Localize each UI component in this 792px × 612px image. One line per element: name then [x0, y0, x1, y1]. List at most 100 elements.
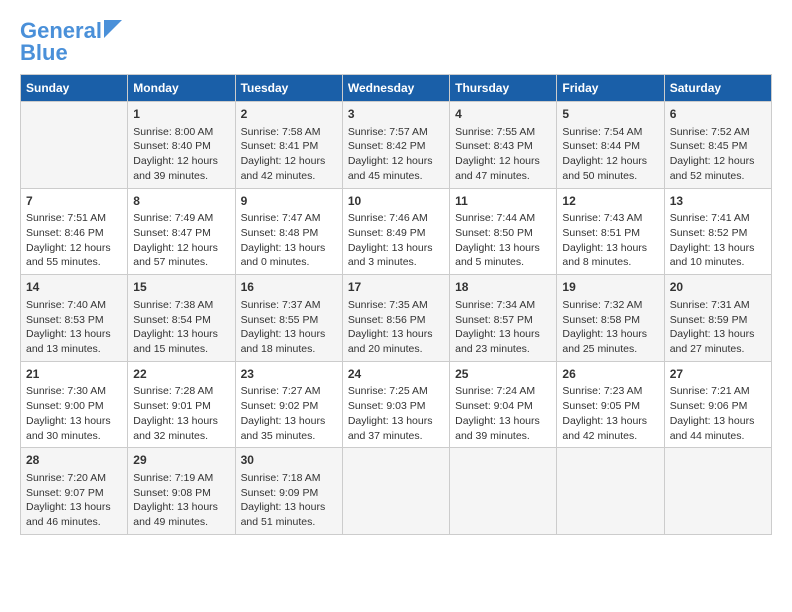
- calendar-cell: [664, 448, 771, 535]
- calendar-cell: [557, 448, 664, 535]
- day-number: 17: [348, 279, 444, 296]
- day-content: Sunrise: 7:18 AMSunset: 9:09 PMDaylight:…: [241, 471, 337, 530]
- calendar-week-row: 28 Sunrise: 7:20 AMSunset: 9:07 PMDayligh…: [21, 448, 772, 535]
- calendar-cell: 23Sunrise: 7:27 AMSunset: 9:02 PMDayligh…: [235, 361, 342, 448]
- day-number: 14: [26, 279, 122, 296]
- day-content: Sunrise: 7:44 AMSunset: 8:50 PMDaylight:…: [455, 211, 551, 270]
- day-content: Sunrise: 7:43 AMSunset: 8:51 PMDaylight:…: [562, 211, 658, 270]
- day-header-saturday: Saturday: [664, 75, 771, 102]
- day-content: Sunrise: 7:37 AMSunset: 8:55 PMDaylight:…: [241, 298, 337, 357]
- calendar-cell: 4Sunrise: 7:55 AMSunset: 8:43 PMDaylight…: [450, 102, 557, 189]
- day-header-sunday: Sunday: [21, 75, 128, 102]
- calendar-cell: 9Sunrise: 7:47 AMSunset: 8:48 PMDaylight…: [235, 188, 342, 275]
- day-content: Sunrise: 7:20 AMSunset: 9:07 PMDaylight:…: [26, 471, 122, 530]
- calendar-cell: 21Sunrise: 7:30 AMSunset: 9:00 PMDayligh…: [21, 361, 128, 448]
- calendar-cell: 24Sunrise: 7:25 AMSunset: 9:03 PMDayligh…: [342, 361, 449, 448]
- day-content: Sunrise: 7:35 AMSunset: 8:56 PMDaylight:…: [348, 298, 444, 357]
- calendar-week-row: 1Sunrise: 8:00 AMSunset: 8:40 PMDaylight…: [21, 102, 772, 189]
- calendar-cell: 16 Sunrise: 7:37 AMSunset: 8:55 PMDayligh…: [235, 275, 342, 362]
- calendar-cell: 10Sunrise: 7:46 AMSunset: 8:49 PMDayligh…: [342, 188, 449, 275]
- calendar-cell: 25Sunrise: 7:24 AMSunset: 9:04 PMDayligh…: [450, 361, 557, 448]
- calendar-cell: 2 Sunrise: 7:58 AMSunset: 8:41 PMDaylight…: [235, 102, 342, 189]
- calendar-cell: 30 Sunrise: 7:18 AMSunset: 9:09 PMDayligh…: [235, 448, 342, 535]
- logo-text: General: [20, 20, 102, 42]
- day-number: 26: [562, 366, 658, 383]
- day-number: 27: [670, 366, 766, 383]
- day-content: Sunrise: 7:27 AMSunset: 9:02 PMDaylight:…: [241, 384, 337, 443]
- calendar-cell: 1Sunrise: 8:00 AMSunset: 8:40 PMDaylight…: [128, 102, 235, 189]
- calendar-cell: 22Sunrise: 7:28 AMSunset: 9:01 PMDayligh…: [128, 361, 235, 448]
- day-number: 8: [133, 193, 229, 210]
- day-number: 11: [455, 193, 551, 210]
- day-number: 3: [348, 106, 444, 123]
- day-header-wednesday: Wednesday: [342, 75, 449, 102]
- day-content: Sunrise: 7:54 AMSunset: 8:44 PMDaylight:…: [562, 125, 658, 184]
- calendar-week-row: 21Sunrise: 7:30 AMSunset: 9:00 PMDayligh…: [21, 361, 772, 448]
- day-number: 28: [26, 452, 122, 469]
- calendar-cell: 17 Sunrise: 7:35 AMSunset: 8:56 PMDayligh…: [342, 275, 449, 362]
- day-number: 18: [455, 279, 551, 296]
- calendar-cell: 6 Sunrise: 7:52 AMSunset: 8:45 PMDaylight…: [664, 102, 771, 189]
- calendar-cell: 20Sunrise: 7:31 AMSunset: 8:59 PMDayligh…: [664, 275, 771, 362]
- day-number: 22: [133, 366, 229, 383]
- day-content: Sunrise: 7:49 AMSunset: 8:47 PMDaylight:…: [133, 211, 229, 270]
- day-content: Sunrise: 7:23 AMSunset: 9:05 PMDaylight:…: [562, 384, 658, 443]
- calendar-week-row: 14 Sunrise: 7:40 AMSunset: 8:53 PMDayligh…: [21, 275, 772, 362]
- day-content: Sunrise: 7:30 AMSunset: 9:00 PMDaylight:…: [26, 384, 122, 443]
- calendar-cell: 11Sunrise: 7:44 AMSunset: 8:50 PMDayligh…: [450, 188, 557, 275]
- day-content: Sunrise: 7:32 AMSunset: 8:58 PMDaylight:…: [562, 298, 658, 357]
- day-content: Sunrise: 7:24 AMSunset: 9:04 PMDaylight:…: [455, 384, 551, 443]
- day-number: 21: [26, 366, 122, 383]
- day-content: Sunrise: 7:41 AMSunset: 8:52 PMDaylight:…: [670, 211, 766, 270]
- day-number: 7: [26, 193, 122, 210]
- day-content: Sunrise: 7:25 AMSunset: 9:03 PMDaylight:…: [348, 384, 444, 443]
- day-content: Sunrise: 7:21 AMSunset: 9:06 PMDaylight:…: [670, 384, 766, 443]
- calendar-cell: 26Sunrise: 7:23 AMSunset: 9:05 PMDayligh…: [557, 361, 664, 448]
- calendar-cell: [342, 448, 449, 535]
- day-number: 23: [241, 366, 337, 383]
- day-content: Sunrise: 7:58 AMSunset: 8:41 PMDaylight:…: [241, 125, 337, 184]
- day-number: 15: [133, 279, 229, 296]
- logo-blue-text: Blue: [20, 42, 68, 64]
- day-number: 2: [241, 106, 337, 123]
- day-number: 30: [241, 452, 337, 469]
- day-number: 20: [670, 279, 766, 296]
- day-content: Sunrise: 7:40 AMSunset: 8:53 PMDaylight:…: [26, 298, 122, 357]
- calendar-cell: 3 Sunrise: 7:57 AMSunset: 8:42 PMDaylight…: [342, 102, 449, 189]
- day-number: 9: [241, 193, 337, 210]
- day-number: 16: [241, 279, 337, 296]
- day-number: 4: [455, 106, 551, 123]
- day-content: Sunrise: 7:57 AMSunset: 8:42 PMDaylight:…: [348, 125, 444, 184]
- calendar-cell: 5 Sunrise: 7:54 AMSunset: 8:44 PMDaylight…: [557, 102, 664, 189]
- calendar-cell: 14 Sunrise: 7:40 AMSunset: 8:53 PMDayligh…: [21, 275, 128, 362]
- day-number: 12: [562, 193, 658, 210]
- calendar-cell: 19 Sunrise: 7:32 AMSunset: 8:58 PMDayligh…: [557, 275, 664, 362]
- logo: General Blue: [20, 20, 122, 64]
- calendar-header-row: SundayMondayTuesdayWednesdayThursdayFrid…: [21, 75, 772, 102]
- logo-arrow-icon: [104, 20, 122, 38]
- calendar-cell: 18 Sunrise: 7:34 AMSunset: 8:57 PMDayligh…: [450, 275, 557, 362]
- calendar-cell: 12Sunrise: 7:43 AMSunset: 8:51 PMDayligh…: [557, 188, 664, 275]
- day-number: 19: [562, 279, 658, 296]
- calendar-cell: [450, 448, 557, 535]
- day-number: 5: [562, 106, 658, 123]
- calendar-cell: [21, 102, 128, 189]
- day-content: Sunrise: 7:19 AMSunset: 9:08 PMDaylight:…: [133, 471, 229, 530]
- calendar-cell: 15Sunrise: 7:38 AMSunset: 8:54 PMDayligh…: [128, 275, 235, 362]
- day-number: 25: [455, 366, 551, 383]
- day-number: 13: [670, 193, 766, 210]
- day-number: 1: [133, 106, 229, 123]
- day-header-tuesday: Tuesday: [235, 75, 342, 102]
- day-number: 10: [348, 193, 444, 210]
- day-header-thursday: Thursday: [450, 75, 557, 102]
- day-content: Sunrise: 7:52 AMSunset: 8:45 PMDaylight:…: [670, 125, 766, 184]
- day-content: Sunrise: 7:34 AMSunset: 8:57 PMDaylight:…: [455, 298, 551, 357]
- day-content: Sunrise: 7:46 AMSunset: 8:49 PMDaylight:…: [348, 211, 444, 270]
- calendar-table: SundayMondayTuesdayWednesdayThursdayFrid…: [20, 74, 772, 535]
- day-number: 6: [670, 106, 766, 123]
- day-header-monday: Monday: [128, 75, 235, 102]
- calendar-cell: 7Sunrise: 7:51 AMSunset: 8:46 PMDaylight…: [21, 188, 128, 275]
- calendar-cell: 28 Sunrise: 7:20 AMSunset: 9:07 PMDayligh…: [21, 448, 128, 535]
- day-content: Sunrise: 7:28 AMSunset: 9:01 PMDaylight:…: [133, 384, 229, 443]
- calendar-cell: 13Sunrise: 7:41 AMSunset: 8:52 PMDayligh…: [664, 188, 771, 275]
